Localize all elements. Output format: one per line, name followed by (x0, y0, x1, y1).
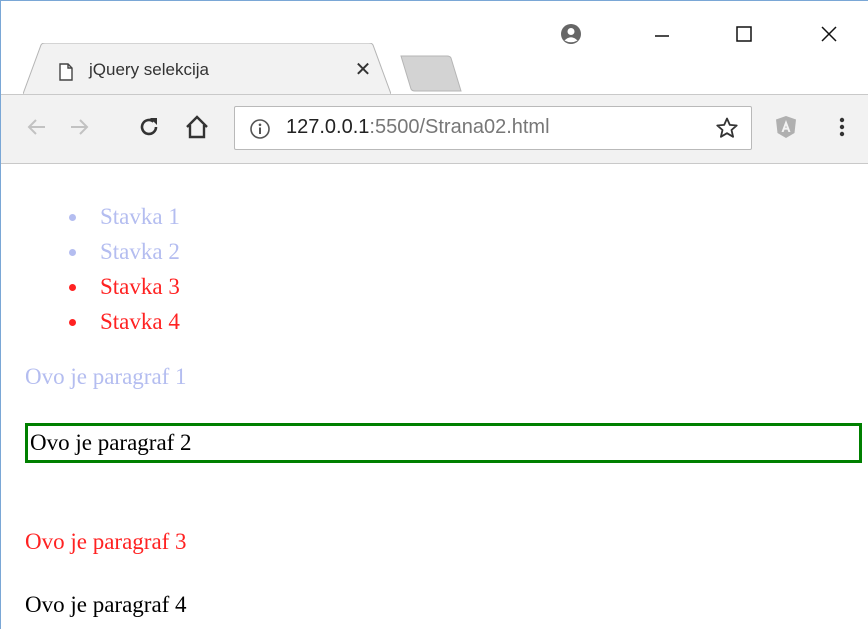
document-icon (59, 63, 73, 81)
paragraph-4: Ovo je paragraf 4 (25, 592, 187, 617)
list-item-label: Stavka 1 (100, 204, 180, 229)
list-item-label: Stavka 4 (100, 309, 180, 334)
minimize-icon[interactable] (642, 17, 682, 51)
list-item: Stavka 1 (67, 199, 180, 234)
list-item: Stavka 2 (67, 234, 180, 269)
tab-close-icon[interactable]: ✕ (351, 58, 375, 82)
new-tab-button[interactable] (399, 54, 463, 94)
forward-arrow-icon[interactable] (63, 111, 95, 143)
address-bar[interactable]: 127.0.0.1:5500/Strana02.html (234, 106, 752, 150)
account-icon[interactable] (551, 17, 591, 51)
list-bullet (69, 214, 76, 221)
paragraph-2: Ovo je paragraf 2 (25, 423, 862, 463)
list-item-label: Stavka 3 (100, 274, 180, 299)
url-host: 127.0.0.1 (286, 116, 370, 138)
browser-toolbar: 127.0.0.1:5500/Strana02.html (1, 94, 868, 164)
list-item-label: Stavka 2 (100, 239, 180, 264)
reload-icon[interactable] (133, 111, 165, 143)
list-bullet (69, 249, 76, 256)
list-item: Stavka 4 (67, 304, 180, 339)
paragraph-3: Ovo je paragraf 3 (25, 529, 187, 554)
kebab-menu-icon[interactable] (826, 111, 858, 143)
angular-extension-icon[interactable] (770, 111, 802, 143)
star-icon[interactable] (715, 116, 739, 140)
url-text[interactable]: 127.0.0.1:5500/Strana02.html (286, 116, 550, 139)
list-bullet (69, 319, 76, 326)
close-window-icon[interactable] (809, 17, 849, 51)
tab-title: jQuery selekcija (89, 60, 209, 79)
home-icon[interactable] (181, 111, 213, 143)
info-icon[interactable] (249, 118, 271, 140)
back-arrow-icon[interactable] (21, 111, 53, 143)
item-list: Stavka 1 Stavka 2 Stavka 3 Stavka 4 (67, 199, 180, 339)
list-bullet (69, 284, 76, 291)
maximize-icon[interactable] (724, 17, 764, 51)
paragraph-1: Ovo je paragraf 1 (25, 364, 187, 389)
url-path: :5500/Strana02.html (369, 116, 550, 138)
title-bar: jQuery selekcija ✕ (1, 1, 868, 95)
browser-window: jQuery selekcija ✕ 127.0.0.1:5500/Strana… (0, 0, 868, 629)
list-item: Stavka 3 (67, 269, 180, 304)
page-content: Stavka 1 Stavka 2 Stavka 3 Stavka 4 Ovo … (1, 165, 868, 630)
